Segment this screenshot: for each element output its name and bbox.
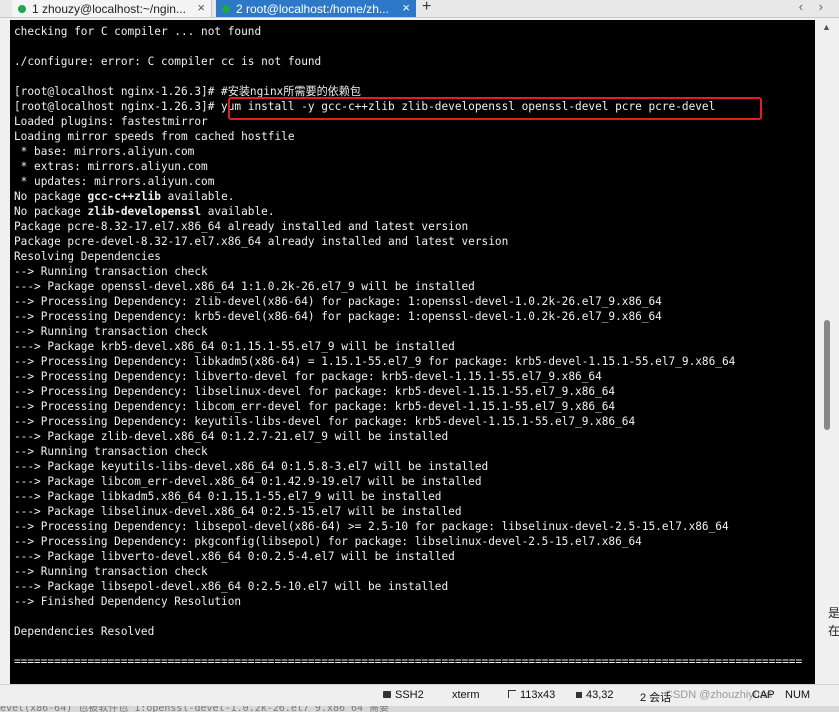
terminal-line: --> Processing Dependency: libcom_err-de… — [14, 400, 616, 413]
terminal-line: --> Running transaction check — [14, 265, 208, 278]
terminal-line: ---> Package openssl-devel.x86_64 1:1.0.… — [14, 280, 475, 293]
resize-icon — [508, 690, 516, 698]
terminal-line: ---> Package krb5-devel.x86_64 0:1.15.1-… — [14, 340, 455, 353]
terminal-line: --> Running transaction check — [14, 325, 208, 338]
tab-bar: 1 zhouzy@localhost:~/ngin... × 2 root@lo… — [0, 0, 839, 18]
close-tab-icon[interactable]: × — [402, 0, 410, 15]
terminal-line: * updates: mirrors.aliyun.com — [14, 175, 215, 188]
terminal-line: Package pcre-8.32-17.el7.x86_64 already … — [14, 220, 469, 233]
terminal-line: --> Processing Dependency: libsepol-deve… — [14, 520, 729, 533]
terminal-line: * extras: mirrors.aliyun.com — [14, 160, 208, 173]
terminal-line: --> Processing Dependency: libverto-deve… — [14, 370, 602, 383]
terminal-line: ---> Package zlib-devel.x86_64 0:1.2.7-2… — [14, 430, 449, 443]
protocol-status: SSH2 — [383, 689, 424, 701]
terminal-line: * base: mirrors.aliyun.com — [14, 145, 195, 158]
new-tab-button[interactable]: + — [422, 0, 431, 16]
terminal-lines: checking for C compiler ... not found ./c… — [14, 24, 802, 669]
terminal-line: Loading mirror speeds from cached hostfi… — [14, 130, 295, 143]
terminal-line: ---> Package libcom_err-devel.x86_64 0:1… — [14, 475, 482, 488]
cursor-position: 43,32 — [576, 689, 614, 701]
num-lock-indicator: NUM — [785, 689, 811, 701]
terminal-line: --> Processing Dependency: keyutils-libs… — [14, 415, 636, 428]
close-tab-icon[interactable]: × — [197, 0, 205, 15]
terminal-line: ./configure: error: C compiler cc is not… — [14, 55, 322, 68]
command-highlight-box — [228, 97, 762, 120]
tab-label: 1 zhouzy@localhost:~/ngin... — [32, 1, 186, 16]
background-window-text: evel(x86-64) 包被软件包 1:openssl-devel-1.0.2… — [0, 706, 839, 712]
terminal-line: ========================================… — [14, 655, 803, 668]
tab-label: 2 root@localhost:/home/zh... — [236, 1, 389, 16]
terminal-line: ---> Package libsepol-devel.x86_64 0:2.5… — [14, 580, 449, 593]
terminal-line: --> Processing Dependency: krb5-devel(x8… — [14, 310, 662, 323]
terminal-line: --> Processing Dependency: zlib-devel(x8… — [14, 295, 662, 308]
terminal-line: --> Processing Dependency: pkgconfig(lib… — [14, 535, 642, 548]
tab-scroll-arrows[interactable]: ‹ › — [799, 0, 829, 14]
side-panel-text: 是 在 — [828, 606, 839, 638]
terminal-line: checking for C compiler ... not found — [14, 25, 262, 38]
terminal-line: --> Finished Dependency Resolution — [14, 595, 242, 608]
terminal-line: ---> Package libkadm5.x86_64 0:1.15.1-55… — [14, 490, 442, 503]
terminal-line: No package gcc-c++zlib available. — [14, 190, 235, 203]
scroll-up-icon[interactable]: ▲ — [822, 22, 831, 32]
scrollbar-thumb[interactable] — [824, 320, 830, 430]
terminal-line: --> Processing Dependency: libselinux-de… — [14, 385, 616, 398]
terminal-size: 113x43 — [508, 689, 555, 701]
status-bar: SSH2 xterm 113x43 43,32 2 会话 CSDN @zhouz… — [0, 684, 839, 707]
cursor-icon — [576, 692, 582, 698]
terminal-line: Package pcre-devel-8.32-17.el7.x86_64 al… — [14, 235, 509, 248]
tab-session-1[interactable]: 1 zhouzy@localhost:~/ngin... × — [12, 0, 212, 17]
lock-icon — [383, 691, 391, 698]
terminal-scrollbar[interactable]: ▲ — [818, 20, 836, 684]
terminal-line: ---> Package libverto-devel.x86_64 0:0.2… — [14, 550, 455, 563]
terminal-line: --> Running transaction check — [14, 445, 208, 458]
terminal-type: xterm — [452, 689, 480, 701]
terminal-line: ---> Package libselinux-devel.x86_64 0:2… — [14, 505, 462, 518]
terminal-line: ---> Package keyutils-libs-devel.x86_64 … — [14, 460, 489, 473]
terminal-line: Resolving Dependencies — [14, 250, 161, 263]
terminal-line: Dependencies Resolved — [14, 625, 155, 638]
terminal-line: --> Processing Dependency: libkadm5(x86-… — [14, 355, 736, 368]
terminal-line: --> Running transaction check — [14, 565, 208, 578]
terminal-line: No package zlib-developenssl available. — [14, 205, 275, 218]
terminal-output[interactable]: checking for C compiler ... not found ./c… — [10, 20, 815, 684]
connected-status-icon — [18, 4, 26, 13]
tab-session-2[interactable]: 2 root@localhost:/home/zh... × — [216, 0, 416, 17]
caps-lock-indicator: CAP — [752, 689, 775, 701]
connected-status-icon — [222, 4, 230, 13]
